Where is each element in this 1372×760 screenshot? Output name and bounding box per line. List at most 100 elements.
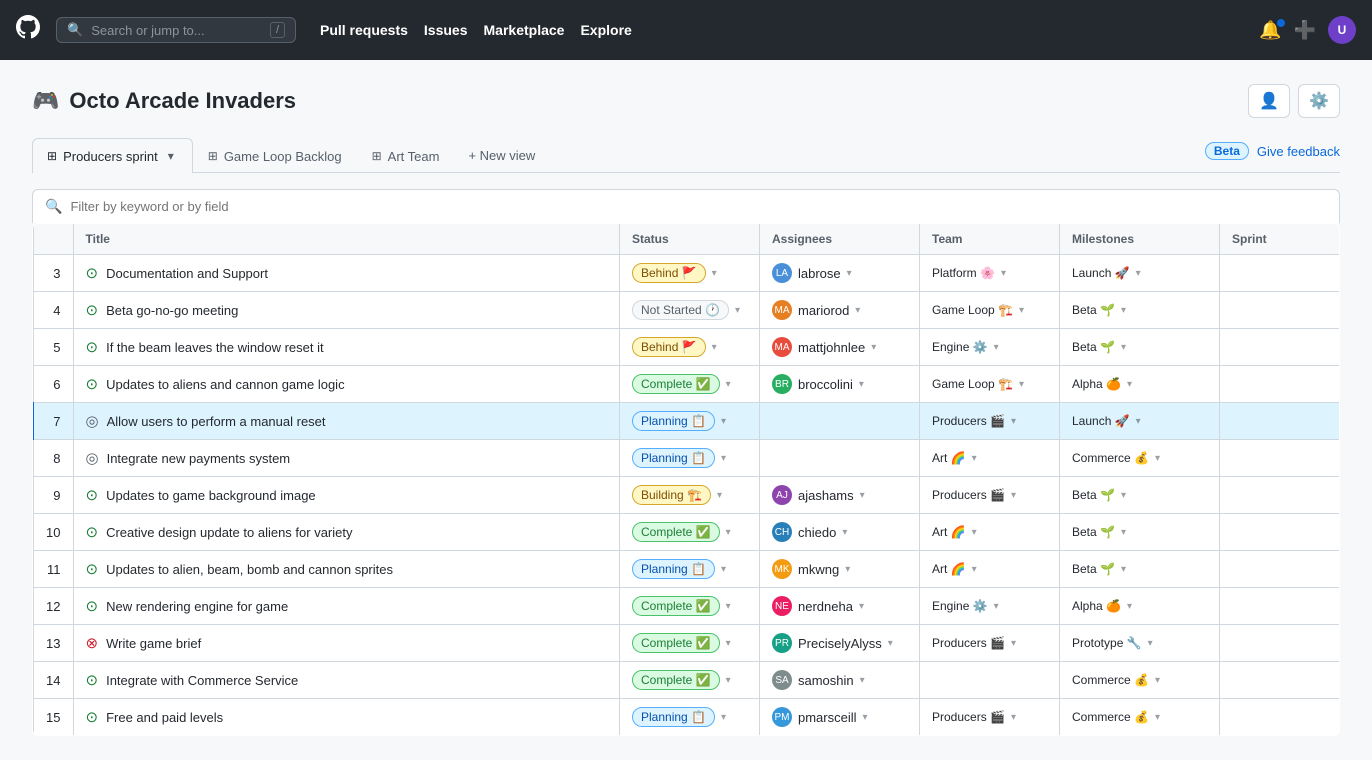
milestone-cell[interactable]: Alpha 🍊 ▾ [1060,588,1220,625]
team-cell[interactable]: Engine ⚙️ ▾ [920,329,1060,366]
title-cell[interactable]: ⊙ Updates to aliens and cannon game logi… [73,366,620,403]
team-cell[interactable]: Producers 🎬 ▾ [920,625,1060,662]
col-status[interactable]: Status [620,224,760,255]
sprint-cell[interactable] [1220,477,1340,514]
table-row[interactable]: 13 ⊗ Write game brief Complete ✅ ▾ PR Pr… [33,625,1340,662]
status-cell[interactable]: Not Started 🕐 ▾ [620,292,760,329]
milestone-dropdown-btn[interactable]: ▾ [1153,453,1162,464]
title-cell[interactable]: ⊙ Free and paid levels [73,699,620,736]
milestone-cell[interactable]: Beta 🌱 ▾ [1060,514,1220,551]
status-dropdown-btn[interactable]: ▾ [724,601,733,612]
status-dropdown-btn[interactable]: ▾ [724,675,733,686]
title-cell[interactable]: ⊙ Beta go-no-go meeting [73,292,620,329]
assignee-dropdown-btn[interactable]: ▾ [843,564,852,575]
github-logo-icon[interactable] [16,15,40,46]
status-cell[interactable]: Complete ✅ ▾ [620,625,760,662]
team-dropdown-btn[interactable]: ▾ [970,453,979,464]
milestone-cell[interactable]: Commerce 💰 ▾ [1060,662,1220,699]
col-title[interactable]: Title [73,224,620,255]
tab-producers-dropdown[interactable]: ▾ [164,147,178,165]
sprint-cell[interactable] [1220,403,1340,440]
milestone-dropdown-btn[interactable]: ▾ [1153,712,1162,723]
title-cell[interactable]: ◎ Integrate new payments system [73,440,620,477]
table-row[interactable]: 12 ⊙ New rendering engine for game Compl… [33,588,1340,625]
sprint-cell[interactable] [1220,329,1340,366]
settings-button[interactable]: ⚙️ [1298,84,1340,118]
status-dropdown-btn[interactable]: ▾ [719,712,728,723]
assignees-cell[interactable]: MA mariorod ▾ [760,292,920,329]
table-row[interactable]: 9 ⊙ Updates to game background image Bui… [33,477,1340,514]
table-row[interactable]: 6 ⊙ Updates to aliens and cannon game lo… [33,366,1340,403]
team-cell[interactable]: Art 🌈 ▾ [920,514,1060,551]
title-cell[interactable]: ⊙ Creative design update to aliens for v… [73,514,620,551]
sprint-cell[interactable] [1220,625,1340,662]
table-row[interactable]: 7 ◎ Allow users to perform a manual rese… [33,403,1340,440]
title-cell[interactable]: ◎ Allow users to perform a manual reset [73,403,620,440]
tab-art-team[interactable]: ⊞ Art Team [357,140,455,172]
nav-issues[interactable]: Issues [424,22,468,38]
sprint-cell[interactable] [1220,292,1340,329]
sprint-cell[interactable] [1220,588,1340,625]
table-row[interactable]: 8 ◎ Integrate new payments system Planni… [33,440,1340,477]
team-dropdown-btn[interactable]: ▾ [1017,379,1026,390]
milestone-cell[interactable]: Beta 🌱 ▾ [1060,329,1220,366]
milestone-dropdown-btn[interactable]: ▾ [1119,527,1128,538]
title-cell[interactable]: ⊙ Integrate with Commerce Service [73,662,620,699]
col-milestones[interactable]: Milestones [1060,224,1220,255]
sprint-cell[interactable] [1220,366,1340,403]
status-dropdown-btn[interactable]: ▾ [710,268,719,279]
notifications-button[interactable]: 🔔 [1259,20,1281,41]
col-assignees[interactable]: Assignees [760,224,920,255]
assignees-cell[interactable]: PM pmarsceill ▾ [760,699,920,736]
sprint-cell[interactable] [1220,440,1340,477]
milestone-dropdown-btn[interactable]: ▾ [1119,305,1128,316]
tab-producers-sprint[interactable]: ⊞ Producers sprint ▾ [32,138,193,173]
status-cell[interactable]: Planning 📋 ▾ [620,551,760,588]
assignees-cell[interactable]: BR broccolini ▾ [760,366,920,403]
assignees-cell[interactable]: MA mattjohnlee ▾ [760,329,920,366]
filter-input[interactable] [70,199,1327,214]
team-cell[interactable]: Game Loop 🏗️ ▾ [920,292,1060,329]
col-sprint[interactable]: Sprint [1220,224,1340,255]
assignees-cell[interactable]: PR PreciselyAlyss ▾ [760,625,920,662]
status-cell[interactable]: Behind 🚩 ▾ [620,255,760,292]
assignees-cell[interactable] [760,403,920,440]
status-cell[interactable]: Planning 📋 ▾ [620,403,760,440]
assignees-cell[interactable]: AJ ajashams ▾ [760,477,920,514]
assignee-dropdown-btn[interactable]: ▾ [845,268,854,279]
team-dropdown-btn[interactable]: ▾ [1009,490,1018,501]
team-cell[interactable]: Game Loop 🏗️ ▾ [920,366,1060,403]
milestone-dropdown-btn[interactable]: ▾ [1119,342,1128,353]
assignee-dropdown-btn[interactable]: ▾ [886,638,895,649]
milestone-dropdown-btn[interactable]: ▾ [1125,601,1134,612]
assignee-dropdown-btn[interactable]: ▾ [857,379,866,390]
assignee-dropdown-btn[interactable]: ▾ [840,527,849,538]
team-dropdown-btn[interactable]: ▾ [1009,416,1018,427]
team-cell[interactable]: Producers 🎬 ▾ [920,403,1060,440]
status-dropdown-btn[interactable]: ▾ [719,416,728,427]
team-dropdown-btn[interactable]: ▾ [970,564,979,575]
status-dropdown-btn[interactable]: ▾ [715,490,724,501]
table-row[interactable]: 15 ⊙ Free and paid levels Planning 📋 ▾ P… [33,699,1340,736]
sprint-cell[interactable] [1220,514,1340,551]
team-cell[interactable]: Art 🌈 ▾ [920,440,1060,477]
milestone-cell[interactable]: Beta 🌱 ▾ [1060,292,1220,329]
assignee-dropdown-btn[interactable]: ▾ [858,675,867,686]
assignees-cell[interactable]: SA samoshin ▾ [760,662,920,699]
assignee-dropdown-btn[interactable]: ▾ [853,305,862,316]
status-dropdown-btn[interactable]: ▾ [719,564,728,575]
status-dropdown-btn[interactable]: ▾ [724,527,733,538]
milestone-dropdown-btn[interactable]: ▾ [1125,379,1134,390]
sprint-cell[interactable] [1220,551,1340,588]
table-row[interactable]: 4 ⊙ Beta go-no-go meeting Not Started 🕐 … [33,292,1340,329]
team-dropdown-btn[interactable]: ▾ [992,601,1001,612]
milestone-cell[interactable]: Commerce 💰 ▾ [1060,699,1220,736]
assignee-dropdown-btn[interactable]: ▾ [858,490,867,501]
milestone-dropdown-btn[interactable]: ▾ [1119,490,1128,501]
assignees-cell[interactable]: MK mkwng ▾ [760,551,920,588]
title-cell[interactable]: ⊗ Write game brief [73,625,620,662]
col-team[interactable]: Team [920,224,1060,255]
team-cell[interactable]: Platform 🌸 ▾ [920,255,1060,292]
assignees-cell[interactable]: NE nerdneha ▾ [760,588,920,625]
milestone-cell[interactable]: Launch 🚀 ▾ [1060,403,1220,440]
